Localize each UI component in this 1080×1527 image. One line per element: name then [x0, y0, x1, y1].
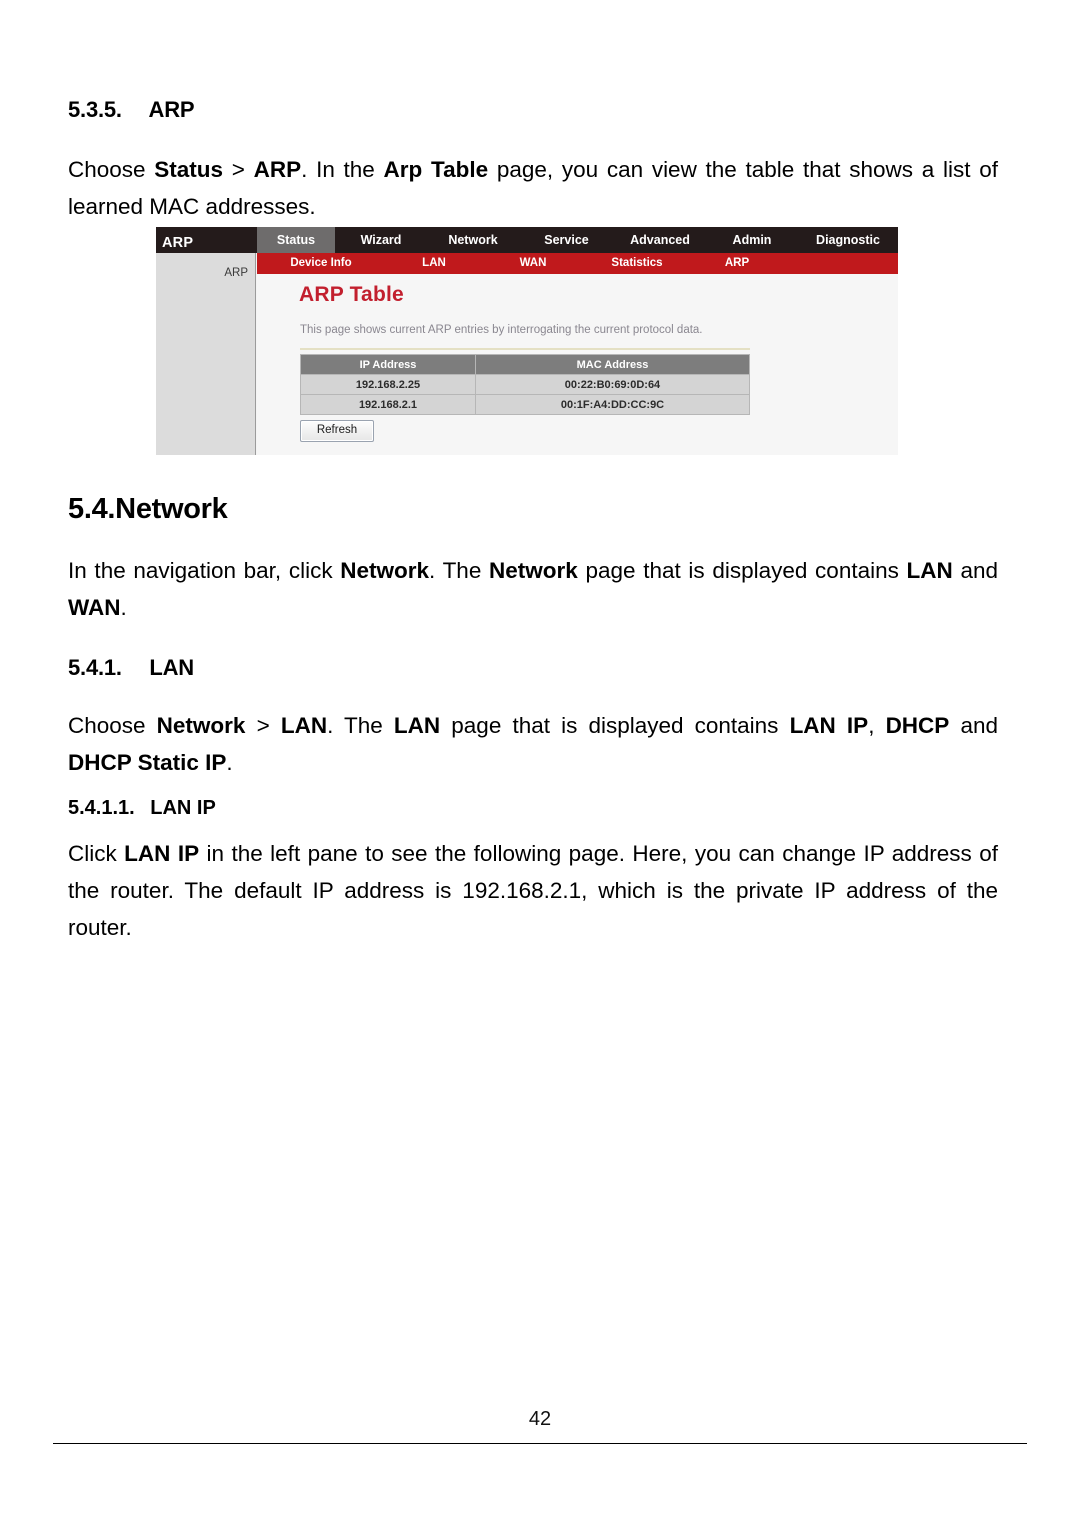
cell-ip-address: 192.168.2.1: [300, 394, 476, 415]
text-run: . The: [327, 713, 394, 738]
heading-5-4-1-lan: 5.4.1. LAN: [68, 655, 194, 680]
sub-nav-statistics[interactable]: Statistics: [583, 253, 691, 274]
text-run-bold: DHCP Static IP: [68, 750, 227, 775]
text-run-bold: ARP: [253, 157, 302, 182]
nav-tab-wizard[interactable]: Wizard: [335, 227, 427, 253]
nav-tab-admin[interactable]: Admin: [706, 227, 798, 253]
text-run-bold: Network: [340, 558, 430, 583]
text-run: page that is displayed contains: [577, 558, 907, 583]
text-run-bold: LAN IP: [124, 841, 200, 866]
text-run: . The: [429, 558, 490, 583]
sub-nav-arp[interactable]: ARP: [691, 253, 783, 274]
paragraph-lan-intro: Choose Network > LAN. The LAN page that …: [68, 707, 998, 781]
nav-tab-service[interactable]: Service: [519, 227, 614, 253]
embedded-router-ui-screenshot: ARP Status Wizard Network Service Advanc…: [156, 227, 898, 455]
sub-nav-lan[interactable]: LAN: [385, 253, 483, 274]
table-row: 192.168.2.25 00:22:B0:69:0D:64: [300, 374, 750, 395]
text-run-bold: LAN: [280, 713, 328, 738]
heading-5-3-5-arp: 5.3.5. ARP: [68, 97, 195, 122]
paragraph-arp-intro: Choose Status > ARP. In the Arp Table pa…: [68, 151, 998, 225]
text-run-bold: LAN IP: [789, 713, 869, 738]
column-header-ip-address: IP Address: [300, 354, 476, 375]
text-run: page that is displayed contains: [440, 713, 790, 738]
text-run: >: [245, 713, 281, 738]
paragraph-lanip-intro: Click LAN IP in the left pane to see the…: [68, 835, 998, 946]
text-run: >: [223, 157, 254, 182]
sub-nav-device-info[interactable]: Device Info: [257, 253, 385, 274]
text-run: In the navigation bar, click: [68, 558, 341, 583]
router-left-sidebar: ARP: [156, 253, 256, 455]
arp-entries-table: IP Address MAC Address 192.168.2.25 00:2…: [300, 354, 750, 415]
cell-ip-address: 192.168.2.25: [300, 374, 476, 395]
text-run-bold: DHCP: [885, 713, 950, 738]
text-run-bold: Arp Table: [383, 157, 489, 182]
footer-divider: [53, 1443, 1027, 1444]
text-run: Choose: [68, 157, 155, 182]
router-sub-nav-bar: Device Info LAN WAN Statistics ARP: [257, 253, 898, 274]
panel-description: This page shows current ARP entries by i…: [300, 324, 703, 336]
sidebar-item-arp[interactable]: ARP: [224, 267, 248, 279]
router-brand-label: ARP: [162, 235, 194, 251]
table-head: IP Address MAC Address: [300, 354, 750, 375]
heading-5-4-network: 5.4.Network: [68, 493, 228, 525]
column-header-mac-address: MAC Address: [475, 354, 750, 375]
document-page: 5.3.5. ARP Choose Status > ARP. In the A…: [0, 0, 1080, 1527]
text-run: .: [120, 595, 127, 620]
table-row: 192.168.2.1 00:1F:A4:DD:CC:9C: [300, 394, 750, 415]
text-run: . In the: [301, 157, 384, 182]
text-run: and: [949, 713, 998, 738]
router-sub-nav-items: Device Info LAN WAN Statistics ARP: [257, 253, 783, 274]
panel-divider: [300, 348, 750, 350]
text-run-bold: Network: [156, 713, 246, 738]
text-run-bold: LAN: [393, 713, 441, 738]
page-number: 42: [528, 1408, 552, 1430]
paragraph-network-intro: In the navigation bar, click Network. Th…: [68, 552, 998, 626]
text-run: ,: [868, 713, 886, 738]
router-content-panel: ARP Table This page shows current ARP en…: [257, 274, 898, 455]
text-run-bold: WAN: [68, 595, 121, 620]
sub-nav-wan[interactable]: WAN: [483, 253, 583, 274]
panel-title-arp-table: ARP Table: [299, 283, 404, 306]
text-run: and: [952, 558, 998, 583]
text-run-bold: Status: [154, 157, 224, 182]
text-run: in the left pane to see the following pa…: [68, 841, 998, 940]
cell-mac-address: 00:22:B0:69:0D:64: [475, 374, 750, 395]
nav-tab-status[interactable]: Status: [257, 227, 335, 253]
cell-mac-address: 00:1F:A4:DD:CC:9C: [475, 394, 750, 415]
text-run: .: [226, 750, 233, 775]
heading-5-4-1-1-lan-ip: 5.4.1.1. LAN IP: [68, 797, 216, 819]
text-run-bold: LAN: [906, 558, 953, 583]
nav-tab-network[interactable]: Network: [427, 227, 519, 253]
nav-tab-diagnostic[interactable]: Diagnostic: [798, 227, 898, 253]
nav-tab-advanced[interactable]: Advanced: [614, 227, 706, 253]
table-header-row: IP Address MAC Address: [300, 354, 750, 375]
text-run: Choose: [68, 713, 157, 738]
text-run-bold: Network: [489, 558, 578, 583]
router-nav-tabs: Status Wizard Network Service Advanced A…: [257, 227, 898, 253]
text-run: Click: [68, 841, 125, 866]
refresh-button[interactable]: Refresh: [300, 420, 374, 442]
table-body: 192.168.2.25 00:22:B0:69:0D:64 192.168.2…: [300, 374, 750, 415]
